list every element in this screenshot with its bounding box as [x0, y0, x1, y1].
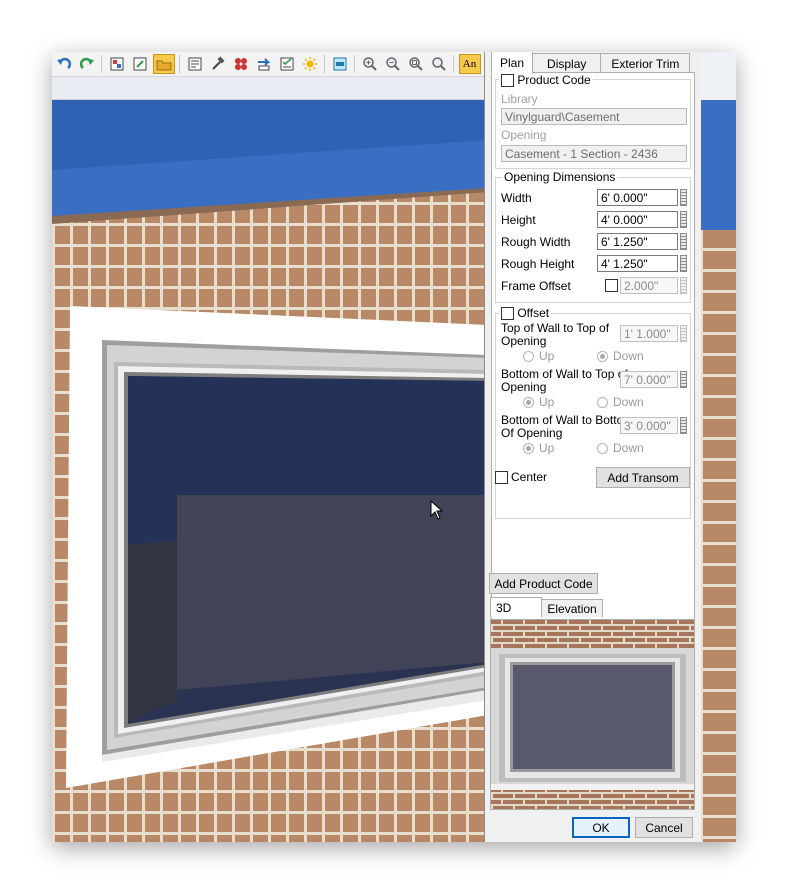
bottom-wall-top-opening-input[interactable]: 7' 0.000": [620, 371, 678, 388]
width-spinner[interactable]: [680, 189, 687, 206]
bottom-wall-top-up-radio[interactable]: Up: [523, 395, 554, 409]
zoom-fit-icon[interactable]: [406, 55, 426, 73]
toolbar-separator: [101, 55, 102, 73]
add-product-code-button[interactable]: Add Product Code: [489, 573, 598, 594]
transfer-icon[interactable]: [254, 55, 274, 73]
frame-offset-checkbox[interactable]: [605, 279, 618, 292]
top-wall-up-radio[interactable]: Up: [523, 349, 554, 363]
product-code-label: Product Code: [517, 73, 591, 87]
offset-label: Offset: [517, 306, 550, 320]
dialog-tabs: Plan Display Exterior Trim: [491, 52, 691, 74]
redo-icon[interactable]: [77, 55, 97, 73]
open-folder-icon[interactable]: [152, 54, 175, 74]
rough-width-input[interactable]: 6' 1.250": [597, 233, 678, 250]
width-label: Width: [501, 191, 532, 205]
toolbar-separator: [324, 55, 325, 73]
sun-icon[interactable]: [300, 55, 320, 73]
opening-label: Opening: [501, 128, 547, 142]
toolbar-separator: [354, 55, 355, 73]
rough-height-label: Rough Height: [501, 257, 575, 271]
rough-width-spinner[interactable]: [680, 233, 687, 250]
center-checkbox[interactable]: [495, 470, 508, 484]
plan-tab-panel: Product Code Library Vinylguard\Casement…: [491, 72, 695, 622]
preview-render: [491, 620, 694, 809]
bottom-wall-top-opening-spinner[interactable]: [680, 371, 687, 388]
select-objects-icon[interactable]: [107, 55, 127, 73]
bottom-wall-bottom-up-radio[interactable]: Up: [523, 441, 554, 455]
preview-tabs: 3D Elevation: [490, 597, 603, 617]
frame-offset-spinner[interactable]: [680, 277, 687, 294]
application-window: An Plan Display Exterior Trim Product Co…: [52, 52, 736, 842]
height-input[interactable]: 4' 0.000": [597, 211, 678, 228]
top-wall-top-opening-label: Top of Wall to Top of Opening: [501, 321, 610, 348]
layer-icon[interactable]: [330, 55, 350, 73]
cancel-button[interactable]: Cancel: [635, 817, 693, 838]
toolbar-right-strip: [700, 52, 736, 101]
opening-properties-dialog: Plan Display Exterior Trim Product Code …: [484, 52, 701, 842]
toolbar: An: [52, 52, 488, 77]
zoom-window-icon[interactable]: [429, 55, 449, 73]
center-label: Center: [511, 470, 548, 484]
mouse-cursor-icon: [430, 500, 444, 520]
width-input[interactable]: 6' 0.000": [597, 189, 678, 206]
bottom-wall-bottom-opening-spinner[interactable]: [680, 417, 687, 434]
frame-offset-label: Frame Offset: [501, 279, 571, 293]
top-wall-top-opening-spinner[interactable]: [680, 325, 687, 342]
tab-elevation-preview[interactable]: Elevation: [541, 599, 603, 617]
frame-offset-input[interactable]: 2.000": [620, 277, 678, 294]
tab-plan[interactable]: Plan: [491, 52, 534, 74]
toolbar-subbar: [52, 77, 488, 100]
product-code-checkbox[interactable]: [501, 74, 514, 88]
rough-width-label: Rough Width: [501, 235, 571, 249]
tab-3d-preview[interactable]: 3D: [490, 597, 543, 617]
opening-dimensions-title: Opening Dimensions: [502, 170, 618, 184]
zoom-in-icon[interactable]: [360, 55, 380, 73]
bottom-wall-top-down-radio[interactable]: Down: [597, 395, 644, 409]
undo-icon[interactable]: [54, 55, 74, 73]
product-code-checkbox-row[interactable]: Product Code: [499, 73, 593, 88]
add-transom-button[interactable]: Add Transom: [596, 467, 690, 488]
bottom-wall-bottom-opening-input[interactable]: 3' 0.000": [620, 417, 678, 434]
checklist-icon[interactable]: [277, 55, 297, 73]
offset-checkbox-row[interactable]: Offset: [499, 306, 552, 321]
bottom-wall-bottom-down-radio[interactable]: Down: [597, 441, 644, 455]
rough-height-input[interactable]: 4' 1.250": [597, 255, 678, 272]
library-field: Vinylguard\Casement: [501, 108, 687, 125]
window-render: [52, 100, 488, 788]
bottom-wall-top-opening-label: Bottom of Wall to Top of Opening: [501, 367, 628, 394]
zoom-out-icon[interactable]: [383, 55, 403, 73]
toolbar-separator: [453, 55, 454, 73]
toolbar-separator: [179, 55, 180, 73]
bottom-wall-bottom-opening-label: Bottom of Wall to Bottom Of Opening: [501, 413, 634, 440]
ok-button[interactable]: OK: [572, 817, 630, 838]
rough-height-spinner[interactable]: [680, 255, 687, 272]
opening-field: Casement - 1 Section - 2436: [501, 145, 687, 162]
tab-display[interactable]: Display: [532, 53, 602, 73]
hammer-icon[interactable]: [208, 55, 228, 73]
window-preview: [490, 619, 695, 810]
top-wall-top-opening-input[interactable]: 1' 1.000": [620, 325, 678, 342]
library-label: Library: [501, 92, 538, 106]
materials-icon[interactable]: [231, 55, 251, 73]
center-checkbox-row[interactable]: Center: [495, 470, 547, 484]
tab-exterior-trim[interactable]: Exterior Trim: [600, 53, 691, 73]
plan-view-icon[interactable]: [185, 55, 205, 73]
height-label: Height: [501, 213, 536, 227]
annotation-icon[interactable]: An: [458, 54, 481, 74]
3d-view-right-edge: [700, 100, 736, 842]
3d-view-canvas[interactable]: [52, 100, 488, 842]
height-spinner[interactable]: [680, 211, 687, 228]
edit-area-icon[interactable]: [130, 55, 150, 73]
offset-checkbox[interactable]: [501, 307, 514, 321]
top-wall-down-radio[interactable]: Down: [597, 349, 644, 363]
